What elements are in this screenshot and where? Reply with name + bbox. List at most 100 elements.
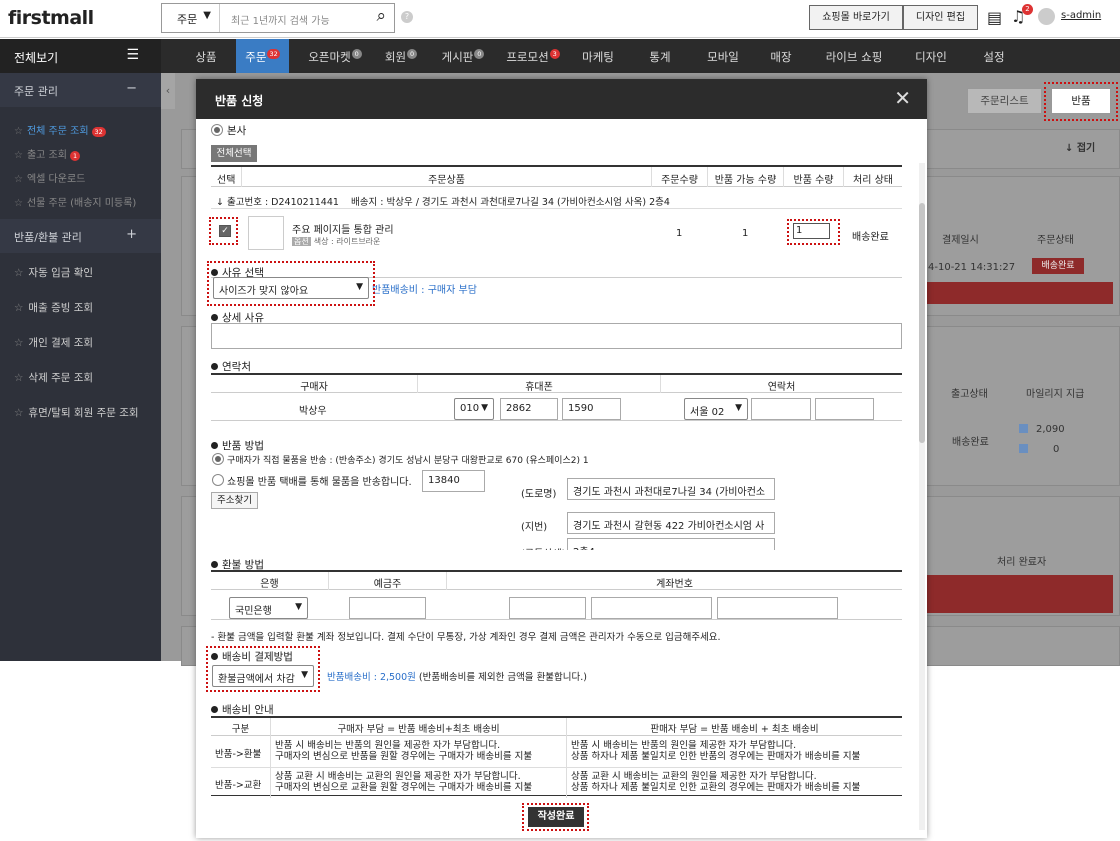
- star-icon: ☆: [14, 407, 24, 419]
- nav-item[interactable]: 라이브 쇼핑: [821, 39, 887, 73]
- mobile-middle-input[interactable]: 2862: [500, 398, 558, 420]
- guide-row-type: 반품->환불: [215, 749, 262, 760]
- collapse-icon: −: [126, 81, 137, 96]
- th-return-qty: 반품 수량: [783, 167, 843, 187]
- star-icon: ☆: [14, 302, 24, 314]
- sidebar-item[interactable]: ☆ 개인 결제 조회: [14, 335, 93, 350]
- all-view-toggle[interactable]: 전체보기 ☰: [0, 39, 161, 73]
- sidebar-item-excel[interactable]: ☆ 엑셀 다운로드: [14, 170, 85, 185]
- tel-area-select[interactable]: 서울 02 ▼: [684, 398, 748, 420]
- search-icon[interactable]: ⌕: [376, 6, 386, 26]
- col-paydate: 결제일시: [942, 235, 979, 246]
- table-header: 선택 주문상품 주문수량 반품 가능 수량 반품 수량 처리 상태: [211, 167, 902, 187]
- hq-label: 본사: [227, 125, 247, 137]
- sidebar-item[interactable]: ☆ 자동 입금 확인: [14, 265, 93, 280]
- star-icon: ☆: [14, 150, 23, 161]
- common-label: (공통상세): [521, 545, 566, 550]
- th-holder: 예금주: [328, 572, 446, 590]
- guide-title: 배송비 안내: [211, 702, 274, 717]
- star-icon: ☆: [14, 174, 23, 185]
- sidebar-item[interactable]: ☆ 삭제 주문 조회: [14, 370, 93, 385]
- detail-textarea[interactable]: [211, 323, 902, 349]
- product-name[interactable]: 주요 페이지들 통합 관리: [292, 221, 394, 236]
- nav-item[interactable]: 통계: [642, 39, 678, 73]
- hq-radio[interactable]: [211, 124, 223, 136]
- find-address-button[interactable]: 주소찾기: [211, 492, 258, 509]
- nav-item[interactable]: 설정: [979, 39, 1009, 73]
- contact-title: 연락처: [211, 359, 251, 374]
- jibun-address-input[interactable]: 경기도 과천시 갈현동 422 가비아컨소시엄 사: [567, 512, 775, 534]
- common-address-input[interactable]: 2층4: [567, 538, 775, 550]
- mobile-last-input[interactable]: 1590: [562, 398, 621, 420]
- help-icon[interactable]: ?: [401, 11, 413, 23]
- method-courier-radio[interactable]: [212, 474, 224, 486]
- tel-middle-input[interactable]: [751, 398, 811, 420]
- nav-item[interactable]: 매장: [766, 39, 796, 73]
- chevron-down-icon: ▼: [203, 10, 211, 21]
- method-direct-radio[interactable]: [212, 453, 224, 465]
- zipcode-input[interactable]: 13840: [422, 470, 485, 492]
- sidebar-item-gift[interactable]: ☆ 선물 주문 (배송지 미등록): [14, 194, 136, 209]
- holder-input[interactable]: [349, 597, 426, 619]
- nav-item[interactable]: 상품: [188, 39, 224, 73]
- scrollbar-thumb[interactable]: [919, 203, 925, 443]
- design-edit-button[interactable]: 디자인 편집: [903, 5, 978, 30]
- tel-last-input[interactable]: [815, 398, 874, 420]
- nav-item[interactable]: 회원 0: [378, 39, 424, 73]
- close-icon[interactable]: ✕: [894, 86, 911, 110]
- method-direct-label: 구매자가 직접 물품을 반송 : (반송주소) 경기도 성남시 분당구 대왕판교…: [227, 456, 589, 466]
- top-bar: firstmall 주문 ▼ 최근 1년까지 검색 가능 ⌕ ? 쇼핑몰 바로가기…: [0, 0, 1120, 38]
- fee-note: (반품배송비를 제외한 금액을 환불합니다.): [418, 672, 587, 683]
- bank-select[interactable]: 국민은행 ▼: [229, 597, 308, 619]
- highlight-box: [206, 646, 320, 692]
- highlight-box: [209, 217, 238, 245]
- shop-link-button[interactable]: 쇼핑몰 바로가기: [809, 5, 903, 30]
- method-courier-label: 쇼핑몰 반품 택배를 통해 물품을 반송합니다.: [227, 477, 412, 488]
- user-menu[interactable]: s-admin: [1061, 10, 1101, 21]
- select-all-button[interactable]: 전체선택: [211, 145, 257, 162]
- document-icon[interactable]: ▤: [987, 8, 1002, 27]
- nav-item[interactable]: 모바일: [700, 39, 746, 73]
- logo[interactable]: firstmall: [8, 7, 94, 29]
- highlight-box: [787, 219, 840, 245]
- red-bar: [927, 282, 1113, 304]
- sidebar-section-order[interactable]: 주문 관리 −: [0, 73, 161, 107]
- search-input[interactable]: 최근 1년까지 검색 가능: [231, 12, 330, 27]
- fold-toggle[interactable]: ↓ 접기: [1065, 139, 1095, 154]
- return-modal: 반품 신청 ✕ 본사 전체선택 선택 주문상품 주문수량 반품 가능 수량 반품 …: [196, 79, 927, 838]
- road-address-input[interactable]: 경기도 과천시 과천대로7나길 34 (가비아컨소: [567, 478, 775, 500]
- col-status: 주문상태: [1037, 235, 1074, 246]
- sidebar-item[interactable]: ☆ 휴면/탈퇴 회원 주문 조회: [14, 405, 139, 420]
- search-type-select[interactable]: 주문 ▼: [162, 4, 220, 32]
- sidebar-section-return[interactable]: 반품/환불 관리 +: [0, 219, 161, 253]
- account-input-2[interactable]: [591, 597, 712, 619]
- expand-icon: +: [126, 227, 137, 242]
- guide-row-seller: 상품 교환 시 배송비는 교환의 원인을 제공한 자가 부담합니다. 상품 하자나…: [571, 771, 861, 793]
- nav-item[interactable]: 오픈마켓 0: [300, 39, 370, 73]
- all-view-label: 전체보기: [14, 51, 59, 65]
- modal-scrollbar[interactable]: [919, 163, 925, 830]
- nav-item[interactable]: 프로모션 3: [500, 39, 566, 73]
- nav-item[interactable]: 디자인: [911, 39, 951, 73]
- avatar[interactable]: [1038, 8, 1055, 25]
- sidebar-item-shipment[interactable]: ☆ 출고 조회 1: [14, 146, 81, 161]
- highlight-box: [522, 803, 589, 831]
- account-input-1[interactable]: [509, 597, 586, 619]
- nav-item[interactable]: 게시판 0: [434, 39, 492, 73]
- nav-badge: 32: [267, 49, 280, 59]
- product-status: 배송완료: [852, 232, 889, 243]
- account-input-3[interactable]: [717, 597, 838, 619]
- order-list-button[interactable]: 주문리스트: [967, 88, 1042, 114]
- status-badge: 배송완료: [1032, 258, 1084, 274]
- guide-table: 구분 구매자 부담 = 반품 배송비+최초 배송비 판매자 부담 = 반품 배송…: [211, 716, 902, 798]
- mileage-2: 0: [1053, 444, 1060, 455]
- chevron-left-icon[interactable]: ‹: [161, 73, 175, 109]
- mileage-icon: [1019, 444, 1028, 453]
- sidebar-item-all-orders[interactable]: ☆ 전체 주문 조회 32: [14, 122, 106, 137]
- th-account: 계좌번호: [446, 572, 902, 590]
- sidebar-item[interactable]: ☆ 매출 증빙 조회: [14, 300, 93, 315]
- nav-item[interactable]: 마케팅: [575, 39, 621, 73]
- option-value: 색상 : 라이트브라운: [313, 237, 381, 246]
- nav-item-active[interactable]: 주문 32: [236, 39, 289, 73]
- mobile-prefix-select[interactable]: 010 ▼: [454, 398, 494, 420]
